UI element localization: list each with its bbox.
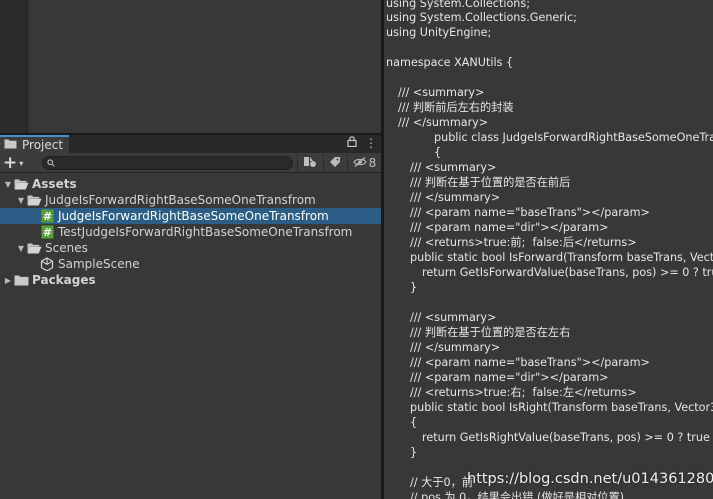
filter-by-type-button[interactable] — [297, 154, 321, 172]
hidden-count: 8 — [368, 156, 377, 170]
search-icon — [47, 156, 55, 170]
code-line: /// </summary> — [410, 191, 501, 204]
expand-arrow-closed-icon[interactable]: ▶ — [3, 276, 13, 285]
code-line: /// <param name="dir"></param> — [410, 221, 609, 234]
code-line: namespace XANUtils { — [386, 56, 514, 69]
tree-item[interactable]: # TestJudgeIsForwardRightBaseSomeOneTrans… — [0, 224, 381, 240]
watermark-text: https://blog.csdn.net/u014361280 — [467, 471, 713, 487]
code-line: // 大于0，前 — [410, 476, 473, 489]
code-line: /// <param name="baseTrans"></param> — [410, 206, 650, 219]
code-line: using UnityEngine; — [386, 26, 492, 39]
tree-item-label: JudgeIsForwardRightBaseSomeOneTransfrom — [45, 193, 316, 207]
code-line: /// 判断前后左右的封装 — [398, 101, 514, 114]
code-line: { — [434, 146, 442, 159]
kebab-menu-icon[interactable]: ⋮ — [365, 136, 377, 150]
code-line: /// <summary> — [410, 161, 497, 174]
tree-item[interactable]: # JudgeIsForwardRightBaseSomeOneTransfrom — [0, 208, 381, 224]
code-line: /// <summary> — [410, 311, 497, 324]
code-line: /// <param name="dir"></param> — [410, 371, 609, 384]
tree-item[interactable]: ▶ Packages — [0, 272, 381, 288]
code-line: using System.Collections.Generic; — [386, 11, 577, 24]
tab-controls: ⋮ — [347, 136, 377, 150]
left-column: Project ⋮ + ▾ 8 ▼ Assets ▼ JudgeIsForwar… — [0, 0, 381, 499]
tree-item-label: SampleScene — [58, 257, 140, 271]
folder-open-icon — [26, 240, 42, 256]
tab-project[interactable]: Project — [0, 135, 69, 153]
chevron-down-icon: ▾ — [19, 158, 24, 168]
code-line: /// </summary> — [398, 116, 489, 129]
folder-closed-icon — [13, 272, 29, 288]
expand-arrow-open-icon[interactable]: ▼ — [3, 180, 13, 189]
code-line: public static bool IsRight(Transform bas… — [410, 401, 713, 414]
scene-hierarchy-area[interactable] — [0, 0, 381, 133]
code-line: /// <param name="baseTrans"></param> — [410, 356, 650, 369]
lock-icon[interactable] — [347, 136, 357, 150]
code-line: return GetIsRightValue(baseTrans, pos) >… — [422, 431, 710, 444]
tree-item-label: Scenes — [45, 241, 88, 255]
filter-by-label-button[interactable] — [323, 154, 345, 172]
tree-item[interactable]: ▼ Assets — [0, 176, 381, 192]
code-line: /// 判断在基于位置的是否在前后 — [410, 176, 571, 189]
code-line: /// 判断在基于位置的是否在左右 — [410, 326, 571, 339]
csharp-script-icon: # — [39, 224, 55, 240]
tree-item[interactable]: ▼ JudgeIsForwardRightBaseSomeOneTransfrom — [0, 192, 381, 208]
eye-slash-icon — [353, 156, 367, 170]
add-asset-button[interactable]: + ▾ — [3, 154, 33, 172]
code-viewer[interactable]: using System.Collections; using System.Co… — [384, 0, 713, 499]
tree-item-label: TestJudgeIsForwardRightBaseSomeOneTransf… — [58, 225, 353, 239]
tree-item-label: Assets — [32, 177, 77, 191]
svg-text:#: # — [42, 210, 51, 223]
tree-item-label: JudgeIsForwardRightBaseSomeOneTransfrom — [58, 209, 329, 223]
svg-text:#: # — [42, 226, 51, 239]
project-toolbar: + ▾ 8 — [0, 153, 381, 173]
search-input[interactable] — [58, 157, 278, 169]
project-tabbar: Project ⋮ — [0, 135, 381, 153]
folder-open-icon — [26, 192, 42, 208]
code-line: /// <returns>true:前; false:后</returns> — [410, 236, 637, 249]
code-line: public static bool IsForward(Transform b… — [410, 251, 713, 264]
expand-arrow-open-icon[interactable]: ▼ — [16, 196, 26, 205]
tree-item[interactable]: ▼ Scenes — [0, 240, 381, 256]
csharp-script-icon: # — [39, 208, 55, 224]
code-line: { — [410, 416, 418, 429]
code-line: } — [410, 281, 418, 294]
code-line: } — [410, 446, 418, 459]
plus-icon: + — [3, 153, 18, 173]
search-field[interactable] — [42, 156, 293, 170]
code-line: /// <returns>true:右; false:左</returns> — [410, 386, 637, 399]
hidden-packages-toggle[interactable]: 8 — [347, 154, 381, 172]
code-line: /// </summary> — [410, 341, 501, 354]
shapes-filter-icon — [303, 156, 317, 171]
code-line: /// <summary> — [398, 86, 485, 99]
unity-scene-icon — [39, 256, 55, 272]
tree-item-label: Packages — [32, 273, 96, 287]
code-line: return GetIsForwardValue(baseTrans, pos)… — [422, 266, 713, 279]
folder-open-icon — [13, 176, 29, 192]
folder-icon — [4, 138, 17, 152]
code-line: // pos 为 0，结果会出错 (做好是相对位置) — [410, 491, 625, 499]
expand-arrow-open-icon[interactable]: ▼ — [16, 244, 26, 253]
code-line: public class JudgeIsForwardRightBaseSome… — [434, 131, 713, 144]
tab-project-label: Project — [22, 138, 64, 152]
tag-icon — [329, 156, 341, 171]
tree-item[interactable]: SampleScene — [0, 256, 381, 272]
scene-side-strip — [0, 0, 28, 133]
